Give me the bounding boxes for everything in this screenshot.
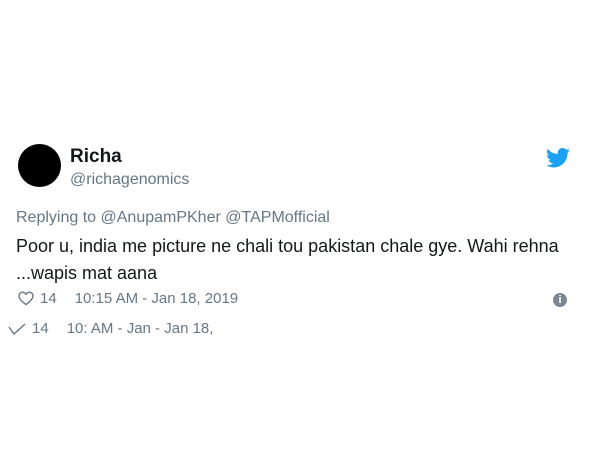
tweet-meta-duplicate: 14 10: AM - Jan - Jan 18, bbox=[8, 320, 213, 337]
tweet-card: Richa @richagenomics Replying to @Anupam… bbox=[0, 0, 600, 450]
like-count: 14 bbox=[40, 290, 57, 307]
tweet-meta: 14 10:15 AM - Jan 18, 2019 bbox=[18, 290, 238, 307]
avatar[interactable] bbox=[18, 144, 61, 187]
checkmark-icon bbox=[8, 322, 26, 335]
tweet-timestamp[interactable]: 10:15 AM - Jan 18, 2019 bbox=[75, 290, 238, 307]
replying-prefix: Replying to bbox=[16, 209, 97, 226]
info-icon[interactable]: i bbox=[553, 293, 567, 307]
mention-link[interactable]: @TAPMofficial bbox=[225, 209, 330, 226]
tweet-text: Poor u, india me picture ne chali tou pa… bbox=[16, 236, 559, 283]
like-count-duplicate: 14 bbox=[32, 320, 49, 337]
user-handle[interactable]: @richagenomics bbox=[70, 170, 189, 190]
twitter-bird-icon[interactable] bbox=[546, 148, 570, 168]
heart-icon[interactable] bbox=[18, 291, 34, 306]
user-name[interactable]: Richa bbox=[70, 146, 122, 168]
mention-link[interactable]: @AnupamPKher bbox=[101, 209, 221, 226]
tweet-timestamp-duplicate: 10: AM - Jan - Jan 18, bbox=[66, 320, 214, 337]
replying-to: Replying to @AnupamPKher @TAPMofficial bbox=[16, 208, 330, 228]
